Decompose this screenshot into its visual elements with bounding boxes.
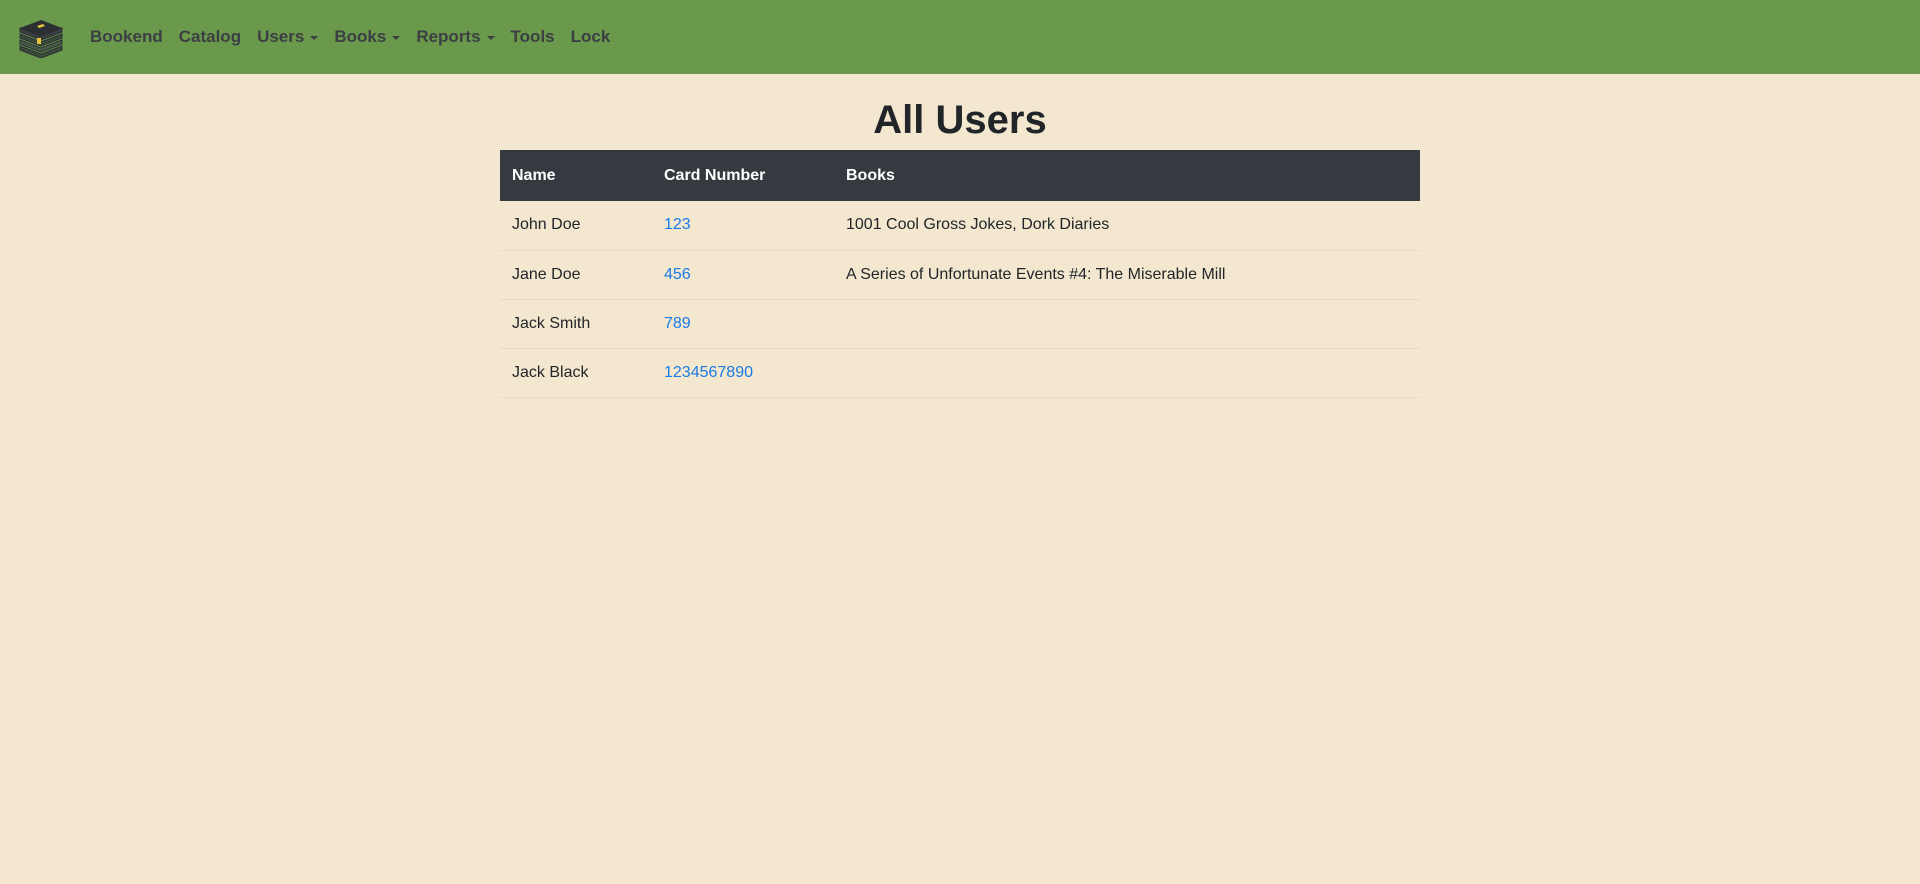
page-title: All Users (873, 98, 1047, 142)
header-name: Name (500, 150, 652, 201)
users-table: Name Card Number Books John Doe 123 1001… (500, 150, 1420, 398)
user-books (834, 299, 1420, 349)
user-name: Jack Smith (500, 299, 652, 349)
table-row: John Doe 123 1001 Cool Gross Jokes, Dork… (500, 201, 1420, 251)
caret-down-icon (392, 36, 401, 40)
user-books: A Series of Unfortunate Events #4: The M… (834, 250, 1420, 300)
user-name: John Doe (500, 201, 652, 251)
card-number-link[interactable]: 789 (664, 315, 691, 332)
user-books: 1001 Cool Gross Jokes, Dork Diaries (834, 201, 1420, 251)
nav-catalog-label: Catalog (178, 27, 242, 46)
card-number-cell: 456 (652, 250, 834, 300)
card-number-cell: 123 (652, 201, 834, 251)
nav-reports-label: Reports (416, 27, 481, 46)
nav-catalog[interactable]: Catalog (179, 27, 241, 47)
nav-reports-dropdown[interactable]: Reports (416, 27, 495, 47)
table-row: Jane Doe 456 A Series of Unfortunate Eve… (500, 250, 1420, 300)
nav-books-label: Books (334, 27, 387, 46)
card-number-link[interactable]: 1234567890 (664, 364, 753, 381)
nav-bookend[interactable]: Bookend (90, 27, 163, 47)
table-header-row: Name Card Number Books (500, 150, 1420, 201)
nav-users-dropdown[interactable]: Users (257, 27, 319, 47)
card-number-cell: 1234567890 (652, 348, 834, 398)
user-books (834, 348, 1420, 398)
books-stack-icon[interactable] (17, 16, 65, 59)
caret-down-icon (310, 36, 319, 40)
nav-books-dropdown[interactable]: Books (334, 27, 401, 47)
nav-lock-label: Lock (570, 27, 611, 46)
users-table-container: Name Card Number Books John Doe 123 1001… (500, 150, 1420, 398)
caret-down-icon (486, 36, 495, 40)
nav-lock[interactable]: Lock (571, 27, 611, 47)
user-name: Jack Black (500, 348, 652, 398)
nav-tools[interactable]: Tools (511, 27, 555, 47)
nav-bookend-label: Bookend (90, 27, 163, 46)
table-row: Jack Black 1234567890 (500, 348, 1420, 398)
user-name: Jane Doe (500, 250, 652, 300)
nav-users-label: Users (257, 27, 305, 46)
top-navbar: Bookend Catalog Users Books Reports Tool… (0, 0, 1920, 74)
nav-tools-label: Tools (510, 27, 555, 46)
header-card-number: Card Number (652, 150, 834, 201)
card-number-link[interactable]: 456 (664, 266, 691, 283)
card-number-link[interactable]: 123 (664, 216, 691, 233)
card-number-cell: 789 (652, 299, 834, 349)
header-books: Books (834, 150, 1420, 201)
table-row: Jack Smith 789 (500, 299, 1420, 349)
